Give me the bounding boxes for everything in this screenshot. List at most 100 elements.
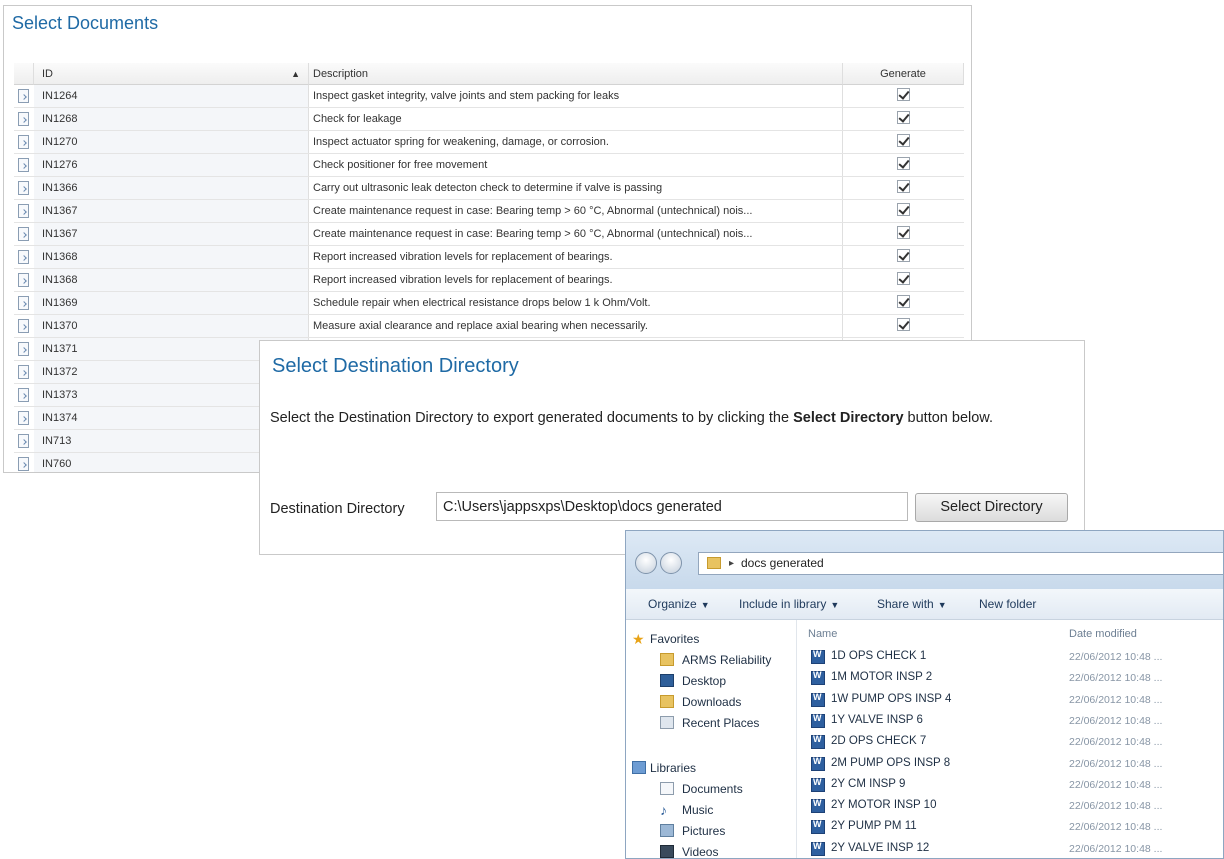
table-row[interactable]: IN1367 Create maintenance request in case… (14, 200, 964, 223)
document-description: Create maintenance request in case: Bear… (309, 200, 843, 222)
row-icon-cell (14, 292, 34, 314)
nav-item-recent-places[interactable]: Recent Places (660, 714, 759, 732)
generate-checkbox[interactable] (897, 203, 910, 216)
document-icon (18, 250, 29, 264)
chevron-down-icon: ▼ (700, 600, 710, 610)
table-row[interactable]: IN1264 Inspect gasket integrity, valve jo… (14, 85, 964, 108)
table-row[interactable]: IN1368 Report increased vibration levels … (14, 269, 964, 292)
generate-checkbox[interactable] (897, 318, 910, 331)
document-icon (18, 411, 29, 425)
generate-checkbox[interactable] (897, 295, 910, 308)
address-bar[interactable]: ▸ docs generated (698, 552, 1223, 575)
table-row[interactable]: IN1270 Inspect actuator spring for weaken… (14, 131, 964, 154)
documents-icon (660, 782, 674, 795)
include-in-library-menu[interactable]: Include in library ▼ (739, 597, 839, 611)
file-list-item[interactable]: 2M PUMP OPS INSP 8 22/06/2012 10:48 ... (797, 755, 1223, 776)
row-icon-cell (14, 430, 34, 452)
id-header-label: ID (42, 68, 53, 80)
include-in-library-label: Include in library (739, 597, 827, 611)
word-document-icon (811, 692, 825, 707)
nav-item-pictures[interactable]: Pictures (660, 822, 725, 840)
file-list-item[interactable]: 2Y VALVE INSP 12 22/06/2012 10:48 ... (797, 840, 1223, 858)
document-id: IN1367 (34, 200, 309, 222)
destination-directory-field[interactable] (436, 492, 908, 521)
nav-item-documents[interactable]: Documents (660, 780, 743, 798)
generate-checkbox[interactable] (897, 226, 910, 239)
nav-item-videos[interactable]: Videos (660, 843, 718, 858)
document-id: IN1368 (34, 269, 309, 291)
organize-label: Organize (648, 597, 697, 611)
description-column-header[interactable]: Description (309, 63, 843, 85)
destination-instructions: Select the Destination Directory to expo… (270, 409, 1070, 427)
table-row[interactable]: IN1370 Measure axial clearance and replac… (14, 315, 964, 338)
table-row[interactable]: IN1367 Create maintenance request in case… (14, 223, 964, 246)
new-folder-button[interactable]: New folder (979, 597, 1036, 611)
row-icon-cell (14, 85, 34, 107)
generate-checkbox[interactable] (897, 157, 910, 170)
document-icon (18, 365, 29, 379)
row-icon-cell (14, 177, 34, 199)
file-date-modified: 22/06/2012 10:48 ... (1069, 672, 1163, 685)
file-list-item[interactable]: 2D OPS CHECK 7 22/06/2012 10:48 ... (797, 733, 1223, 754)
row-icon-cell (14, 453, 34, 472)
generate-cell (843, 177, 964, 199)
share-with-menu[interactable]: Share with ▼ (877, 597, 947, 611)
table-row[interactable]: IN1369 Schedule repair when electrical re… (14, 292, 964, 315)
document-description: Report increased vibration levels for re… (309, 269, 843, 291)
pictures-icon (660, 824, 674, 837)
document-id: IN1366 (34, 177, 309, 199)
file-list-item[interactable]: 2Y PUMP PM 11 22/06/2012 10:48 ... (797, 818, 1223, 839)
document-id: IN1368 (34, 246, 309, 268)
document-icon (18, 273, 29, 287)
document-icon (18, 342, 29, 356)
nav-item-label: Desktop (682, 674, 727, 688)
forward-button[interactable] (660, 552, 682, 574)
file-list-item[interactable]: 2Y MOTOR INSP 10 22/06/2012 10:48 ... (797, 797, 1223, 818)
favorites-header[interactable]: ★ Favorites (630, 630, 699, 648)
nav-item-label: Recent Places (682, 716, 760, 730)
generate-checkbox[interactable] (897, 180, 910, 193)
nav-item-desktop[interactable]: Desktop (660, 672, 726, 690)
generate-cell (843, 246, 964, 268)
document-description: Report increased vibration levels for re… (309, 246, 843, 268)
id-column-header[interactable]: ID ▲ (34, 63, 309, 85)
file-list-item[interactable]: 1Y VALVE INSP 6 22/06/2012 10:48 ... (797, 712, 1223, 733)
recent-places-icon (660, 716, 674, 729)
file-list-item[interactable]: 1W PUMP OPS INSP 4 22/06/2012 10:48 ... (797, 691, 1223, 712)
generate-checkbox[interactable] (897, 249, 910, 262)
libraries-icon (632, 761, 646, 774)
generate-column-header[interactable]: Generate (843, 63, 964, 85)
breadcrumb-separator-icon: ▸ (729, 558, 735, 569)
file-list-item[interactable]: 1D OPS CHECK 1 22/06/2012 10:48 ... (797, 648, 1223, 669)
file-list-item[interactable]: 1M MOTOR INSP 2 22/06/2012 10:48 ... (797, 669, 1223, 690)
table-row[interactable]: IN1368 Report increased vibration levels … (14, 246, 964, 269)
document-icon (18, 112, 29, 126)
nav-item-arms-reliability[interactable]: ARMS Reliability (660, 651, 771, 669)
nav-item-music[interactable]: ♪ Music (660, 801, 713, 819)
libraries-header[interactable]: Libraries (630, 759, 696, 777)
document-icon (18, 135, 29, 149)
generate-checkbox[interactable] (897, 111, 910, 124)
word-document-icon (811, 819, 825, 835)
word-document-icon (811, 841, 825, 856)
select-directory-button[interactable]: Select Directory (915, 493, 1068, 522)
downloads-folder-icon (660, 695, 674, 708)
generate-checkbox[interactable] (897, 272, 910, 285)
document-description: Inspect actuator spring for weakening, d… (309, 131, 843, 153)
table-row[interactable]: IN1276 Check positioner for free movement (14, 154, 964, 177)
generate-checkbox[interactable] (897, 134, 910, 147)
organize-menu[interactable]: Organize ▼ (648, 597, 710, 611)
document-description: Measure axial clearance and replace axia… (309, 315, 843, 337)
name-column-header[interactable]: Name (808, 628, 837, 640)
file-list-item[interactable]: 2Y CM INSP 9 22/06/2012 10:48 ... (797, 776, 1223, 797)
table-row[interactable]: IN1268 Check for leakage (14, 108, 964, 131)
date-modified-column-header[interactable]: Date modified (1069, 628, 1137, 640)
document-icon (18, 89, 29, 103)
document-icon (18, 296, 29, 310)
breadcrumb[interactable]: docs generated (741, 553, 824, 574)
table-row[interactable]: IN1366 Carry out ultrasonic leak detecton… (14, 177, 964, 200)
generate-checkbox[interactable] (897, 88, 910, 101)
nav-item-downloads[interactable]: Downloads (660, 693, 741, 711)
back-button[interactable] (635, 552, 657, 574)
generate-cell (843, 292, 964, 314)
